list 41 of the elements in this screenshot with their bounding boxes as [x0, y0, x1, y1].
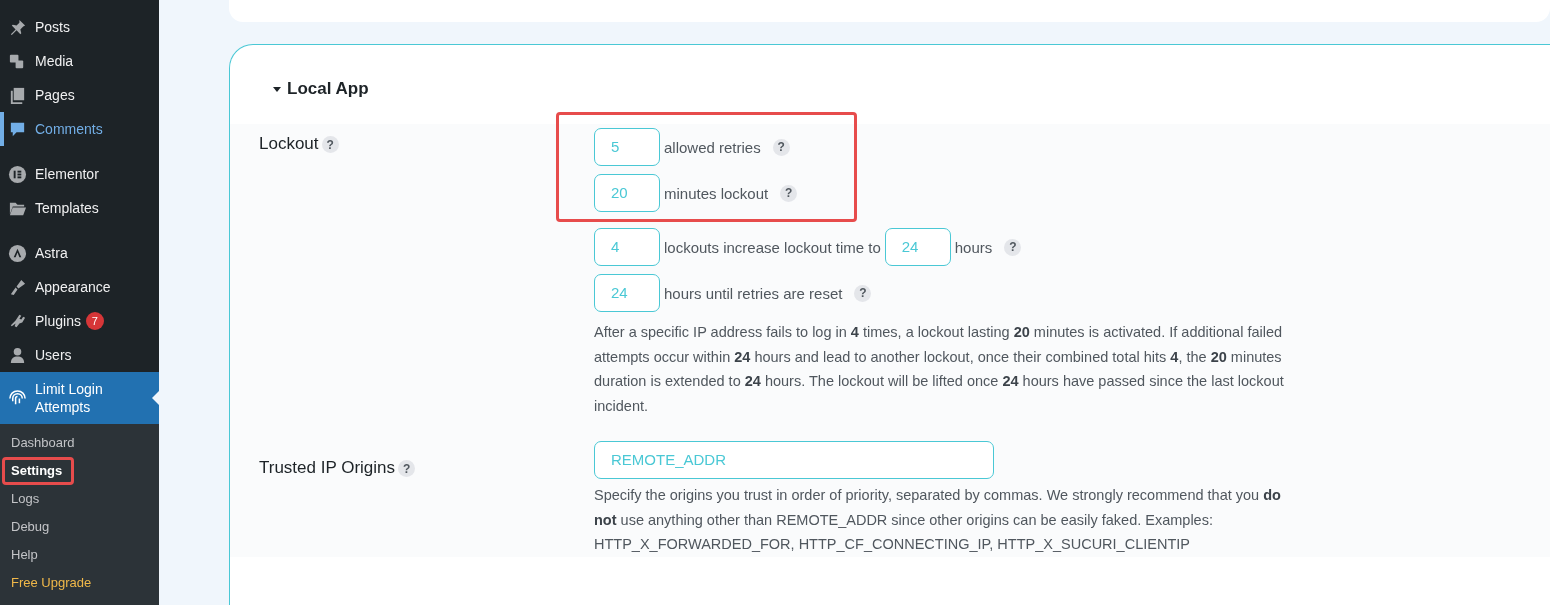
menu-item[interactable]: Pages [0, 78, 159, 112]
submenu-item[interactable]: Debug [0, 513, 159, 541]
lockout-description: After a specific IP address fails to log in 4 times, a lockout lasting 20 minutes is activated. If additional failed attempts occur within 24 hours and lead to another lockout, once their combined total hits 4, the 20 minutes duration is extended to 24 hours. The lockout will be lifted once 24 hours have passed since the last lockout incident. [594, 323, 1284, 416]
menu-item[interactable]: Astra [0, 236, 159, 270]
submenu-item[interactable]: Help [0, 541, 159, 569]
menu-item[interactable]: Media [0, 44, 159, 78]
circle-logo-icon [8, 243, 27, 263]
field-label: lockouts increase lockout time to [664, 238, 881, 256]
circle-logo-icon [8, 164, 27, 184]
help-icon[interactable]: ? [1004, 238, 1022, 256]
pin-icon [8, 17, 27, 37]
help-icon[interactable]: ? [398, 460, 416, 477]
count-badge: 7 [85, 312, 104, 330]
help-icon[interactable]: ? [321, 136, 339, 153]
origins-description: Specify the origins you trust in order of priority, separated by commas. We strongly recommend that you do not use anything other than REMOTE_ADDR since other origins can be easily faked. Examples: HTTP_X_FORWARDED_FOR, HTTP_CF_CONNECTING_IP, HTTP_X_SUCURI_CLIENTIP [594, 486, 1282, 554]
user-icon [8, 345, 27, 365]
submenu-item[interactable]: Dashboard [0, 429, 159, 457]
setting-label: Lockout [259, 134, 319, 154]
menu-item[interactable]: Plugins 7 [0, 304, 159, 338]
submenu-item[interactable]: Free Upgrade [0, 569, 159, 597]
caret-icon [273, 86, 281, 92]
help-icon[interactable]: ? [854, 284, 872, 302]
menu-item[interactable]: Appearance [0, 270, 159, 304]
field-label: hours [954, 238, 993, 256]
menu-item[interactable]: Comments [0, 112, 159, 146]
field-label: allowed retries [664, 138, 761, 156]
menu-item[interactable]: Elementor [0, 157, 159, 191]
submenu-item[interactable]: Settings [2, 457, 74, 485]
setting-label: Trusted IP Origins [259, 458, 396, 478]
field-label: minutes lockout [664, 184, 769, 202]
submenu-item[interactable]: Logs [0, 485, 159, 513]
help-icon[interactable]: ? [780, 184, 798, 202]
menu-item[interactable]: Posts [0, 10, 159, 44]
brush-icon [8, 277, 27, 297]
field-label: hours until retries are reset [664, 284, 843, 302]
menu-item[interactable]: Limit Login Attempts [0, 372, 159, 424]
section-toggle[interactable]: Local App [273, 79, 373, 99]
menu-item[interactable]: Users [0, 338, 159, 372]
help-icon[interactable]: ? [772, 138, 790, 156]
menu-item[interactable]: Templates [0, 191, 159, 225]
pages-icon [8, 85, 27, 105]
